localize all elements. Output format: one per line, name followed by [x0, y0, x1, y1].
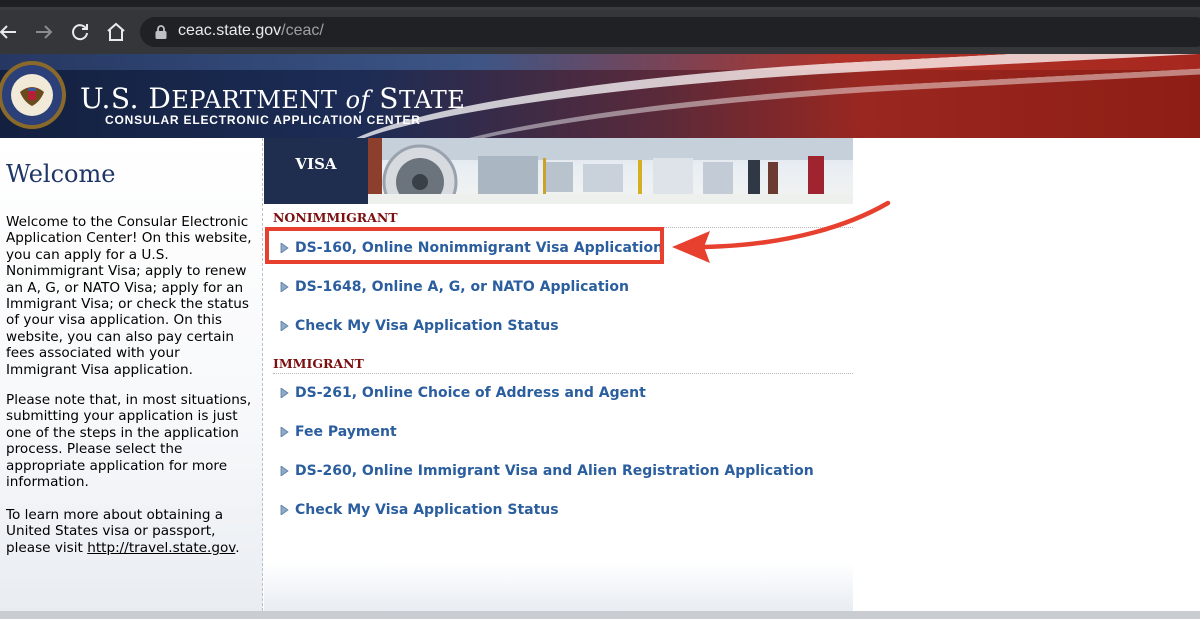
ds260-link-label[interactable]: DS-260, Online Immigrant Visa and Alien … [295, 463, 814, 479]
ds261-link[interactable]: DS-261, Online Choice of Address and Age… [280, 385, 646, 401]
agency-name-part: EPARTMENT [171, 86, 346, 114]
immigrant-status-link[interactable]: Check My Visa Application Status [280, 502, 559, 518]
agency-name-part: of [345, 86, 370, 114]
nonimmigrant-status-link[interactable]: Check My Visa Application Status [280, 318, 559, 334]
forward-arrow-icon[interactable] [32, 20, 56, 44]
site-subtitle: CONSULAR ELECTRONIC APPLICATION CENTER [105, 113, 421, 127]
reload-icon[interactable] [68, 20, 92, 44]
lock-icon[interactable] [154, 24, 168, 40]
url-text: ceac.state.gov/ceac/ [178, 22, 324, 40]
ds1648-link-label[interactable]: DS-1648, Online A, G, or NATO Applicatio… [295, 279, 629, 295]
nonimmigrant-status-link-label[interactable]: Check My Visa Application Status [295, 318, 559, 334]
ds1648-link[interactable]: DS-1648, Online A, G, or NATO Applicatio… [280, 279, 629, 295]
ds260-link[interactable]: DS-260, Online Immigrant Visa and Alien … [280, 463, 814, 479]
learn-more-period: . [235, 539, 240, 556]
browser-tabstrip [0, 0, 1200, 10]
ds261-link-label[interactable]: DS-261, Online Choice of Address and Age… [295, 385, 646, 401]
bullet-arrow-icon [280, 282, 289, 292]
welcome-sidebar: Welcome Welcome to the Consular Electron… [0, 138, 263, 611]
bottom-scroll-track [0, 611, 1200, 619]
agency-name-part: U.S. D [80, 82, 172, 115]
bullet-arrow-icon [280, 321, 289, 331]
address-bar[interactable]: ceac.state.gov/ceac/ [140, 17, 1200, 47]
annotation-arrow-icon [672, 200, 891, 263]
visa-tab[interactable]: VISA [264, 138, 368, 204]
browser-toolbar: ceac.state.gov/ceac/ [0, 10, 1200, 54]
agency-name-part: S [369, 82, 399, 115]
welcome-heading: Welcome [6, 160, 116, 188]
fee-payment-link[interactable]: Fee Payment [280, 424, 397, 440]
department-seal-icon[interactable] [0, 60, 70, 130]
welcome-paragraph: Welcome to the Consular Electronic Appli… [6, 214, 252, 378]
immigrant-status-link-label[interactable]: Check My Visa Application Status [295, 502, 559, 518]
bullet-arrow-icon [280, 505, 289, 515]
home-icon[interactable] [104, 20, 128, 44]
url-path: /ceac/ [281, 22, 324, 39]
bullet-arrow-icon [280, 466, 289, 476]
immigrant-heading: IMMIGRANT [273, 356, 853, 374]
back-arrow-icon[interactable] [0, 20, 20, 44]
agency-name-part: TATE [399, 86, 466, 114]
learn-more-paragraph: To learn more about obtaining a United S… [6, 507, 254, 556]
note-paragraph: Please note that, in most situations, su… [6, 392, 252, 491]
travel-state-gov-link[interactable]: http://travel.state.gov [87, 540, 235, 556]
annotation-highlight-box [265, 227, 664, 264]
agency-name[interactable]: U.S. DEPARTMENT of STATE [80, 82, 465, 115]
bullet-arrow-icon [280, 427, 289, 437]
bullet-arrow-icon [280, 388, 289, 398]
fee-payment-link-label[interactable]: Fee Payment [295, 424, 397, 440]
url-host: ceac.state.gov [178, 22, 282, 39]
